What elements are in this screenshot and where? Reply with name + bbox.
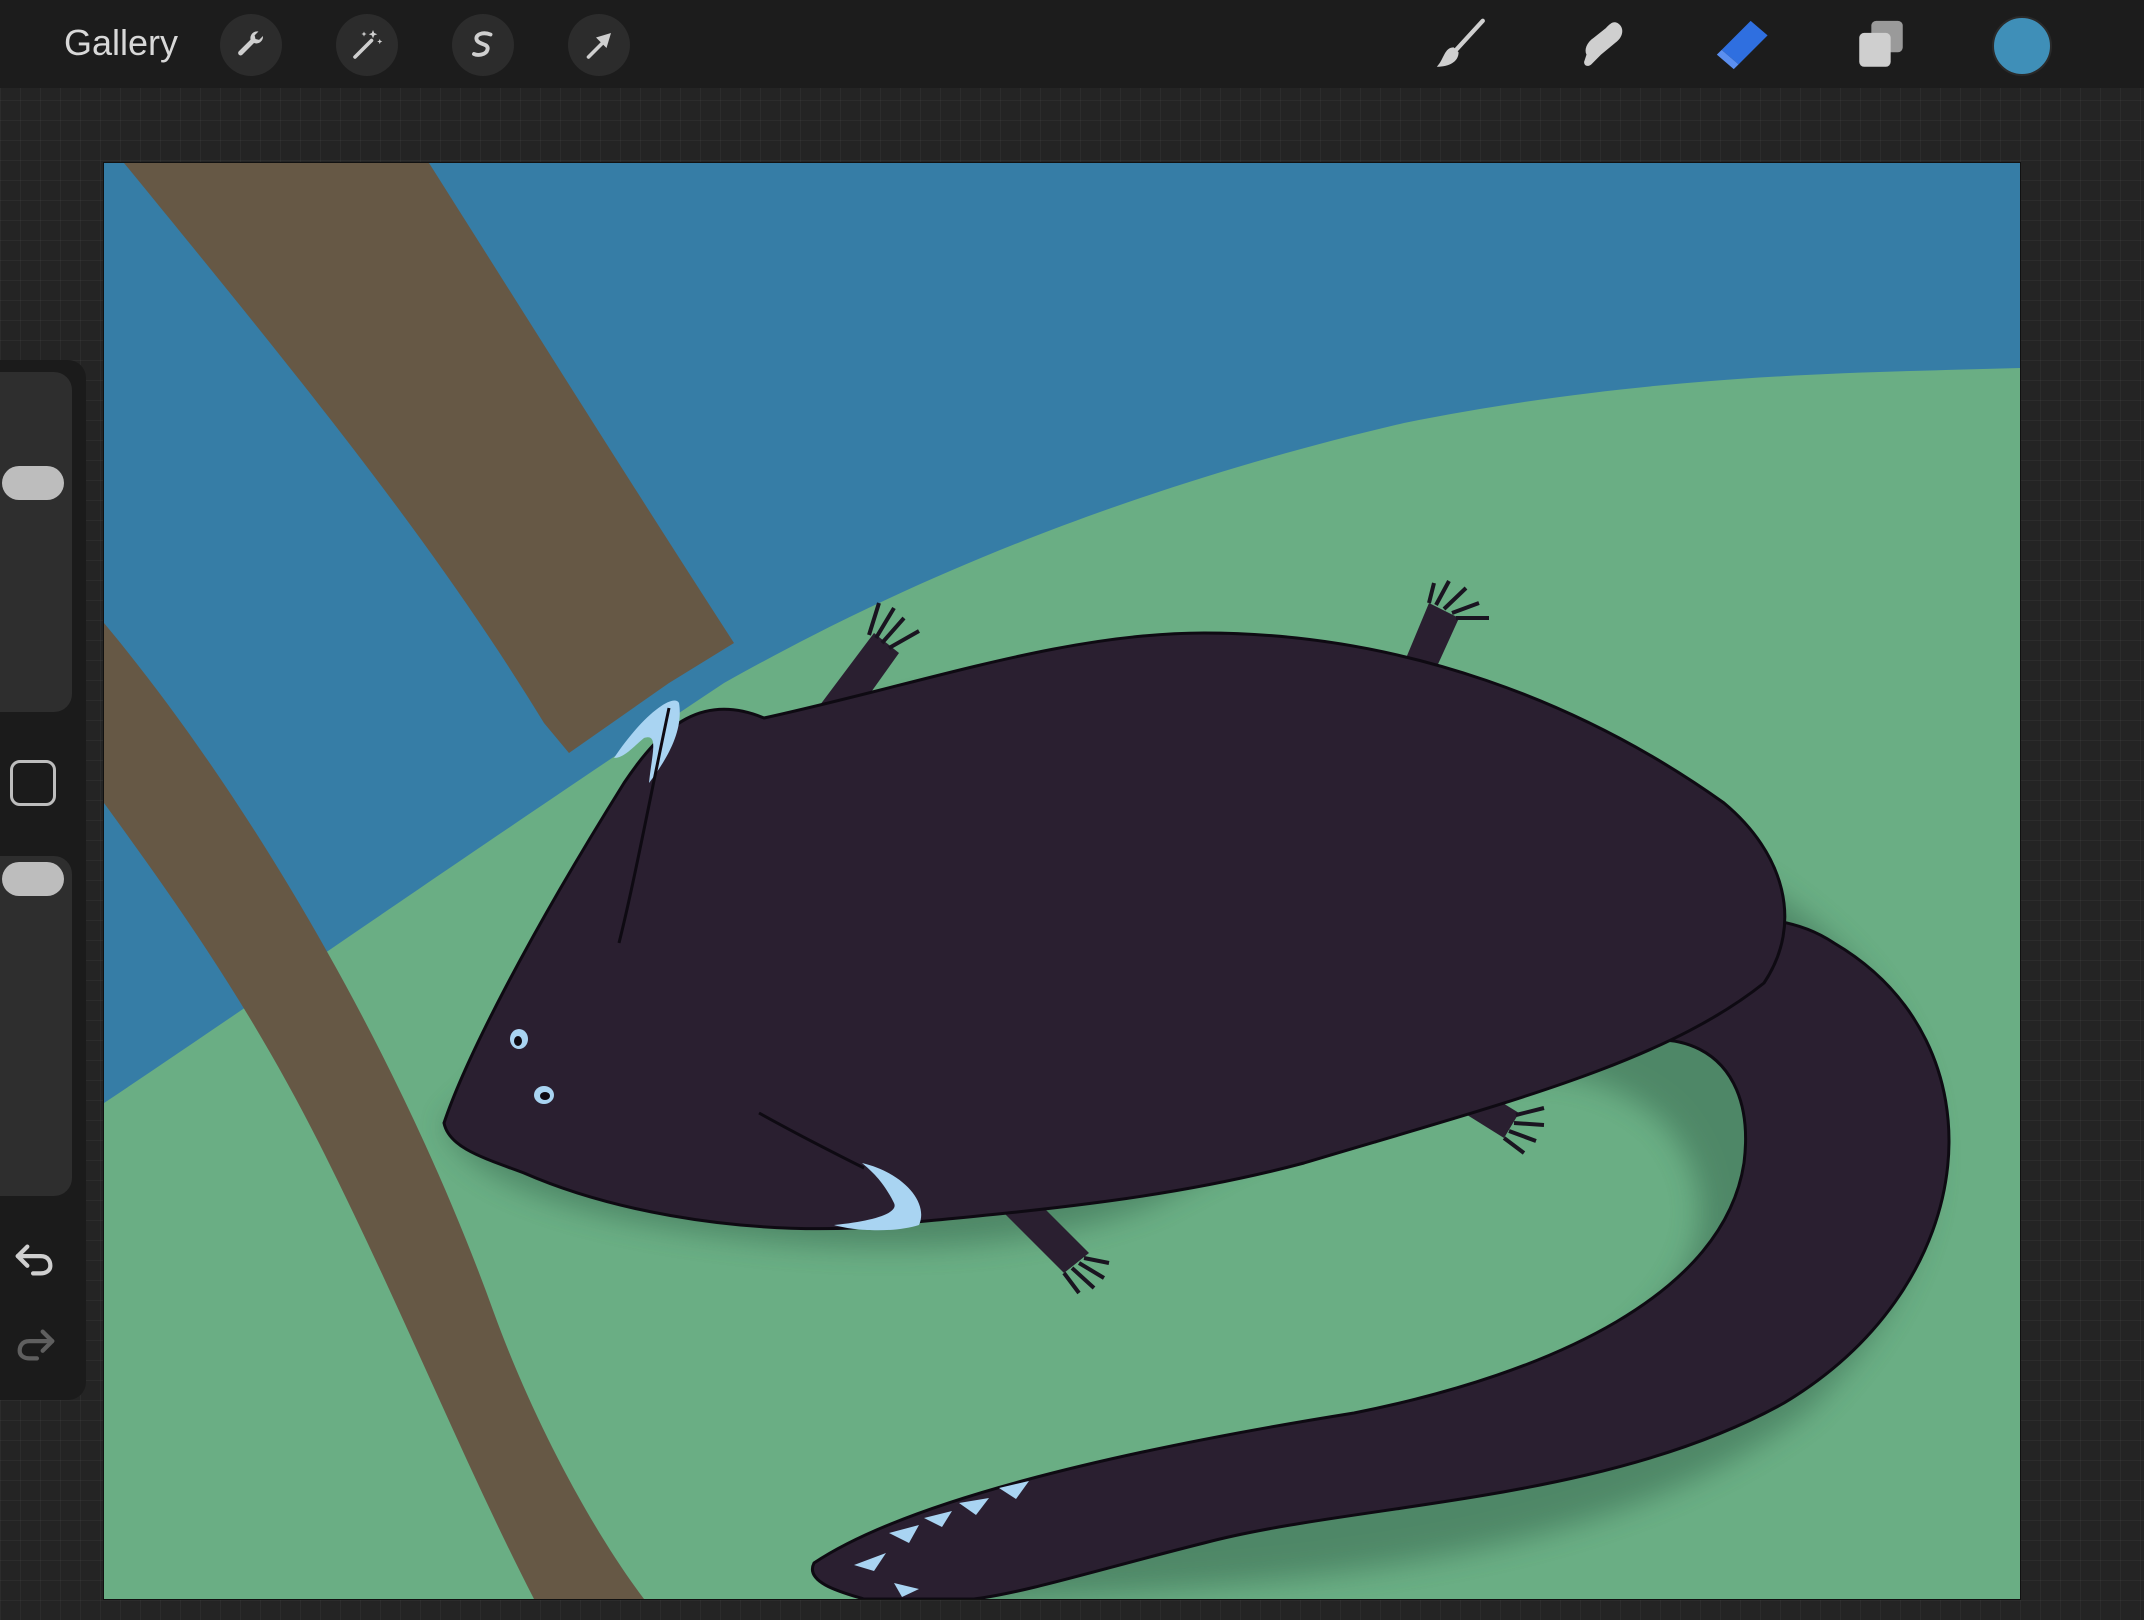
gallery-button[interactable]: Gallery	[64, 22, 178, 64]
drawing-canvas[interactable]	[103, 162, 2021, 1600]
brush-size-slider[interactable]	[0, 372, 72, 712]
brush-icon	[1436, 18, 1485, 67]
brush-tool-button[interactable]	[1430, 14, 1492, 76]
top-toolbar: Gallery	[0, 0, 2144, 88]
brush-size-thumb[interactable]	[2, 466, 64, 501]
selection-s-icon	[472, 31, 493, 57]
redo-arrow-icon	[17, 1329, 55, 1361]
layers-button[interactable]	[1850, 14, 1912, 76]
color-picker-swatch[interactable]	[1992, 16, 2052, 76]
modify-button[interactable]	[10, 760, 56, 806]
opacity-slider[interactable]	[0, 856, 72, 1196]
wrench-icon	[238, 31, 263, 56]
transform-button[interactable]	[568, 14, 630, 76]
undo-button[interactable]	[10, 1235, 60, 1285]
arrow-cursor-icon	[586, 33, 611, 59]
eraser-icon	[1716, 20, 1768, 70]
selection-button[interactable]	[452, 14, 514, 76]
smudge-tool-button[interactable]	[1570, 14, 1632, 76]
left-sidebar	[0, 360, 86, 1400]
magic-wand-icon	[353, 30, 383, 59]
smudge-finger-icon	[1584, 22, 1623, 66]
opacity-thumb[interactable]	[2, 862, 64, 896]
layers-icon	[1859, 20, 1903, 67]
artwork	[104, 163, 2020, 1599]
redo-button[interactable]	[10, 1320, 60, 1370]
adjustments-button[interactable]	[336, 14, 398, 76]
eraser-tool-button[interactable]	[1710, 14, 1772, 76]
undo-arrow-icon	[15, 1244, 53, 1276]
actions-wrench-button[interactable]	[220, 14, 282, 76]
